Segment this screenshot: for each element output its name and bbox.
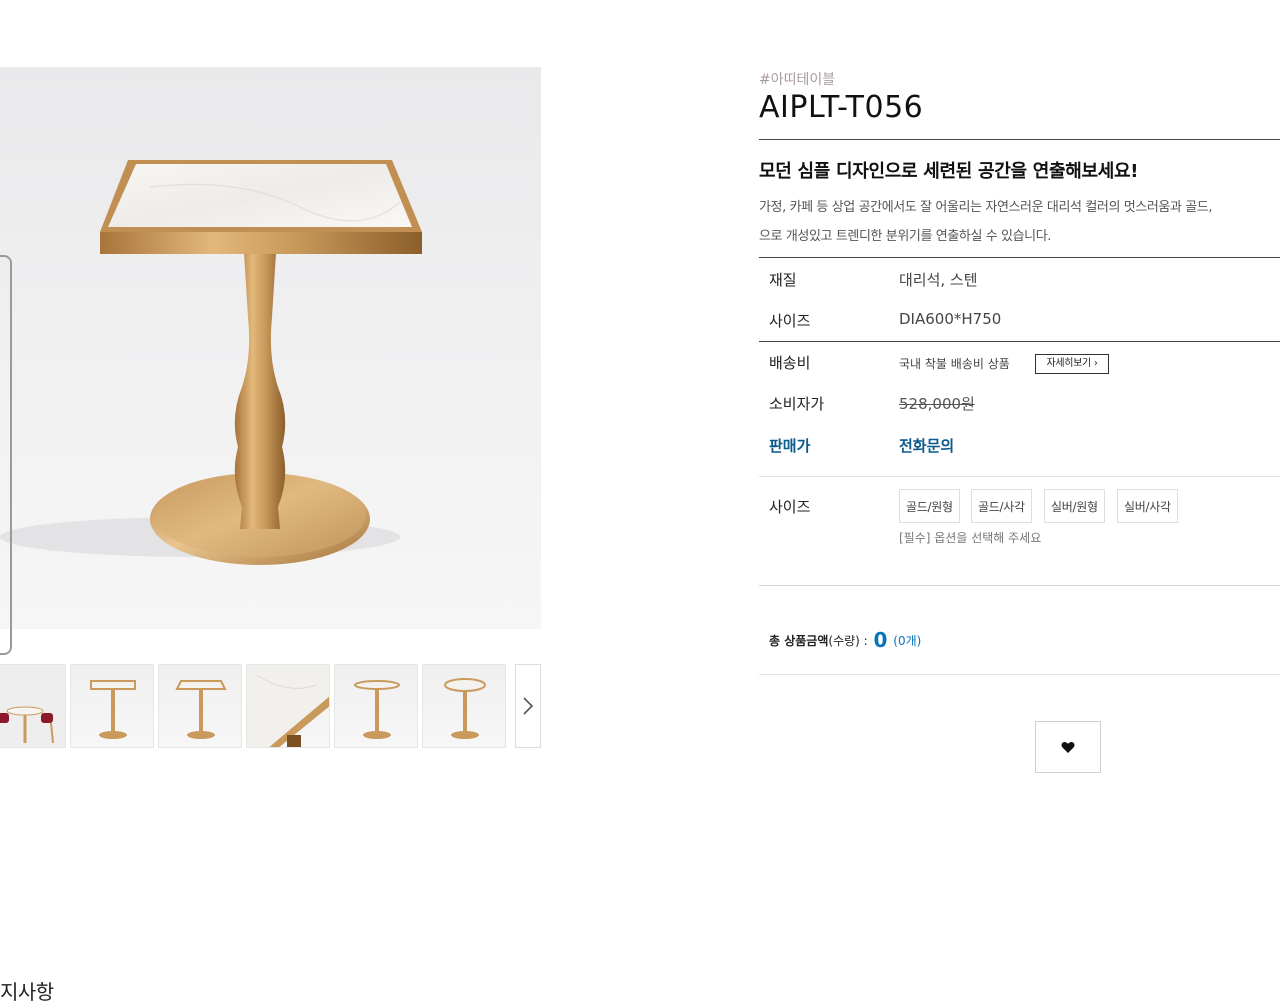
description-line-1: 가정, 카페 등 상업 공간에서도 잘 어울리는 자연스러운 대리석 컬러의 멋… — [759, 200, 1213, 215]
sale-price-label: 판매가 — [769, 437, 811, 455]
thumb-chairs-image — [0, 665, 65, 747]
title-divider — [759, 139, 1280, 140]
heart-icon — [1061, 741, 1075, 753]
spec-material-label: 재질 — [769, 271, 797, 289]
product-description: 가정, 카페 등 상업 공간에서도 잘 어울리는 자연스러운 대리석 컬러의 멋… — [759, 193, 1280, 251]
thumbnail-strip — [0, 664, 541, 748]
product-detail-page: 지사항 #아띠테이블 AIPLT-T056 모던 심플 디자인으로 세련된 공간… — [0, 0, 1280, 1006]
total-label: 총 상품금액 — [769, 634, 829, 648]
table-illustration — [0, 160, 422, 565]
spec-size-value: DIA600*H750 — [899, 310, 1002, 328]
thumbnail-round-front[interactable] — [334, 664, 418, 748]
option-silver-square[interactable]: 실버/사각 — [1117, 489, 1178, 523]
option-size-label: 사이즈 — [769, 498, 811, 516]
option-silver-round[interactable]: 실버/원형 — [1044, 489, 1105, 523]
thumb-round-front-image — [354, 680, 400, 739]
total-price-summary: 총 상품금액(수량) : 0 (0개) — [769, 628, 921, 652]
thumb-round-side-image — [444, 678, 486, 739]
spec-size-label: 사이즈 — [769, 312, 811, 330]
option-required-note: [필수] 옵션을 선택해 주세요 — [899, 531, 1042, 545]
thumbnail-round-side[interactable] — [422, 664, 506, 748]
shipping-label: 배송비 — [769, 354, 811, 372]
thumb-marble-closeup-image — [247, 665, 329, 747]
spec-bottom-divider — [759, 341, 1280, 342]
total-qty-label: (수량) : — [828, 634, 868, 648]
option-gold-round[interactable]: 골드/원형 — [899, 489, 960, 523]
gallery-prev-handle[interactable] — [0, 255, 12, 655]
shipping-detail-button[interactable]: 자세히보기 › — [1035, 354, 1109, 374]
option-gold-square[interactable]: 골드/사각 — [971, 489, 1032, 523]
wishlist-button[interactable] — [1035, 721, 1101, 773]
thumbnail-marble-closeup[interactable] — [246, 664, 330, 748]
thumbnail-chairs[interactable] — [0, 664, 66, 748]
sale-price-value: 전화문의 — [899, 437, 955, 455]
product-headline: 모던 심플 디자인으로 세련된 공간을 연출해보세요! — [759, 161, 1139, 182]
main-product-image[interactable] — [0, 67, 541, 629]
thumbnail-next-button[interactable] — [515, 664, 541, 748]
chevron-right-icon — [523, 697, 534, 715]
total-amount: 0 — [873, 628, 888, 652]
brand-hashtag[interactable]: #아띠테이블 — [759, 69, 835, 89]
shipping-value: 국내 착불 배송비 상품 — [899, 357, 1010, 371]
thumbnail-square-front[interactable] — [70, 664, 154, 748]
options-divider — [759, 585, 1280, 586]
product-title: AIPLT-T056 — [759, 90, 924, 125]
total-divider — [759, 674, 1280, 675]
thumb-square-side-image — [175, 680, 227, 739]
thumbnail-square-side[interactable] — [158, 664, 242, 748]
spec-material-value: 대리석, 스텐 — [899, 271, 978, 289]
consumer-price-value: 528,000원 — [899, 395, 975, 413]
price-divider — [759, 476, 1280, 477]
consumer-price-label: 소비자가 — [769, 395, 825, 413]
description-line-2: 으로 개성있고 트렌디한 분위기를 연출하실 수 있습니다. — [759, 229, 1052, 244]
notice-section-heading: 지사항 — [0, 980, 54, 1004]
spec-top-divider — [759, 257, 1280, 258]
total-count: (0개) — [893, 634, 922, 648]
thumb-square-front-image — [90, 680, 136, 739]
